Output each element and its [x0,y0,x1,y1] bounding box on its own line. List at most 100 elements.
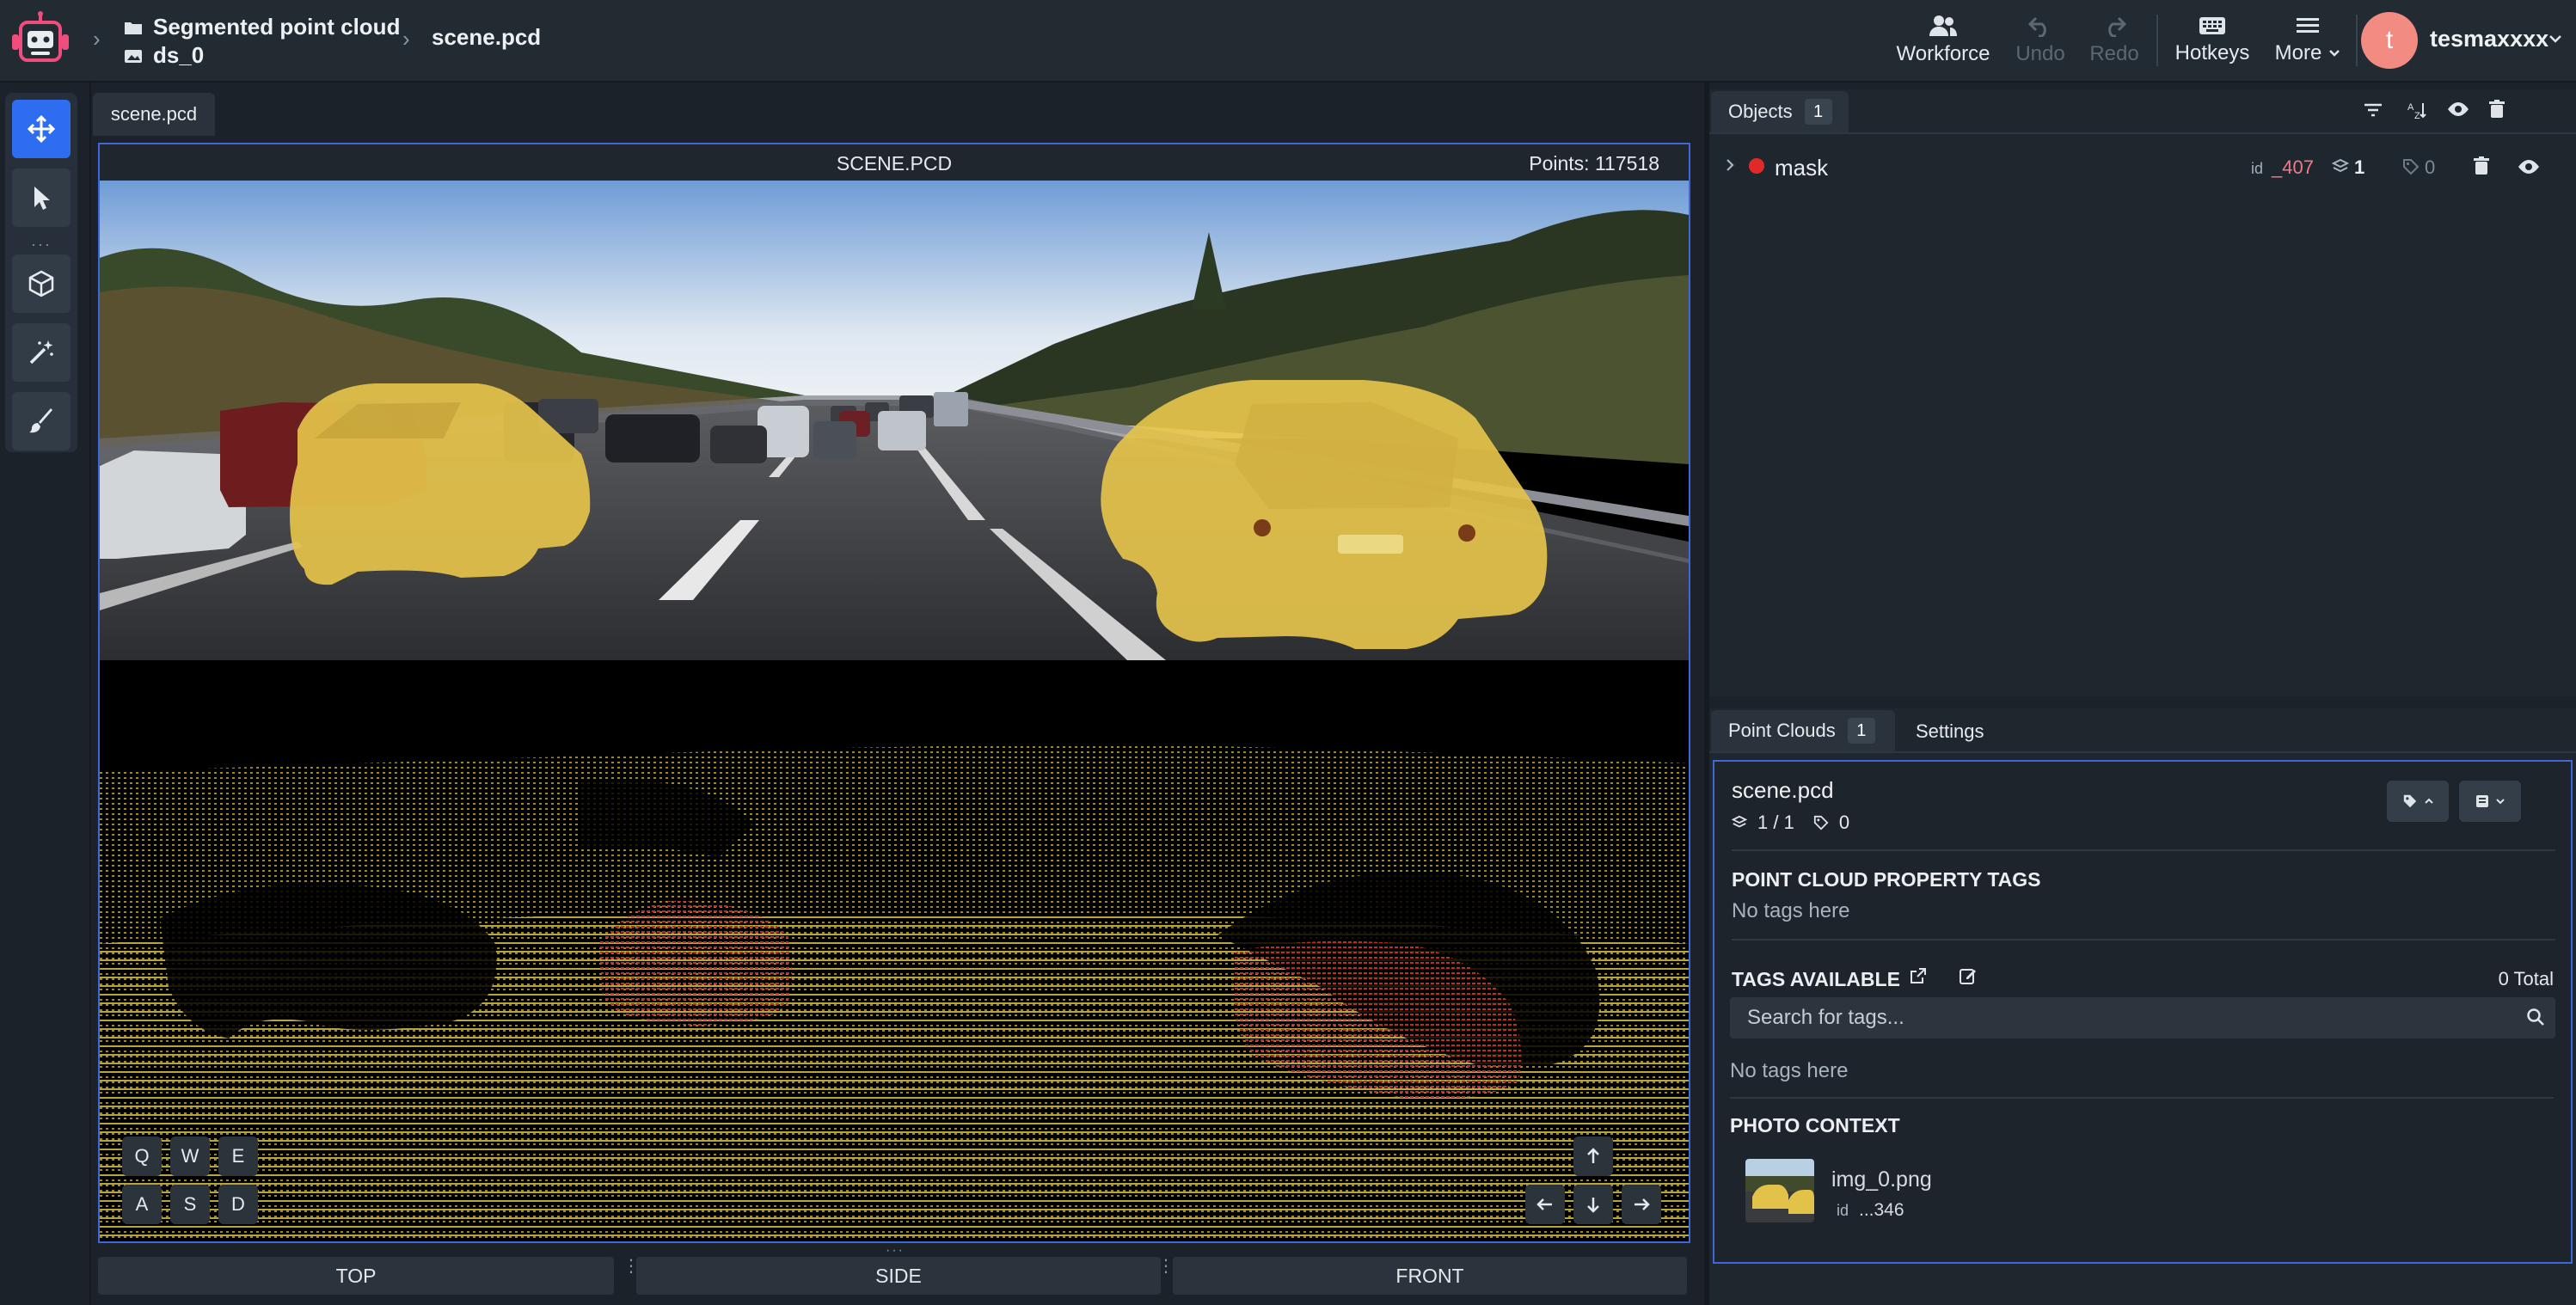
key-d-button[interactable]: D [218,1185,258,1224]
panel-divider [1709,751,2576,753]
arrow-left-icon [1536,1197,1554,1212]
pcd-tags-count: 0 [1838,812,1850,833]
chevron-right-icon[interactable] [1725,158,1735,172]
chevron-down-icon [2495,798,2505,805]
photo-context-title: PHOTO CONTEXT [1730,1114,1900,1137]
people-icon [1929,15,1958,37]
tab-scene-pcd[interactable]: scene.pcd [93,93,215,136]
tag-dropdown-button[interactable] [2387,781,2449,822]
point-cloud-canvas[interactable] [100,660,1689,1241]
points-count: Points: 117518 [1529,152,1659,175]
cursor-icon [29,184,53,211]
photo-context-item[interactable]: img_0.png id ...346 [1730,1154,2074,1231]
arrow-left-button[interactable] [1525,1185,1565,1224]
arrow-right-button[interactable] [1622,1185,1661,1224]
delete-object-icon[interactable] [2473,156,2490,175]
search-icon[interactable] [2526,1008,2545,1026]
pcd-file-name: scene.pcd [1732,777,1834,803]
magic-wand-tool-button[interactable] [12,323,71,382]
select-tool-button[interactable] [12,168,71,227]
arrow-down-button[interactable] [1573,1185,1613,1224]
chevron-down-icon [2328,49,2340,58]
breadcrumb-file[interactable]: scene.pcd [432,24,541,51]
chevron-up-icon [2424,798,2434,805]
key-e-button[interactable]: E [218,1137,258,1176]
workforce-button[interactable]: Workforce [1892,0,1995,81]
svg-text:Z: Z [2414,111,2420,120]
arrow-down-icon [1585,1196,1601,1213]
toggle-visibility-icon[interactable] [2518,159,2540,175]
arrow-right-icon [1633,1197,1650,1212]
photo-id: ...346 [1859,1200,1904,1220]
user-name[interactable]: tesmaxxxx [2430,26,2548,52]
cube-icon [28,270,54,297]
arrow-up-button[interactable] [1573,1137,1613,1176]
keyboard-icon [2199,15,2226,36]
objects-count-badge: 1 [1804,99,1832,125]
brush-tool-button[interactable] [12,392,71,450]
toolbar-divider [2356,15,2358,66]
tool-palette: ··· [5,93,77,452]
photo-id-label: id [1837,1202,1849,1219]
key-q-button[interactable]: Q [122,1137,162,1176]
section-divider [1730,1097,2554,1099]
edit-icon[interactable] [1959,966,1978,985]
tab-objects[interactable]: Objects 1 [1711,91,1849,132]
top-bar: › Segmented point cloud ds_0 › scene.pcd… [0,0,2576,83]
key-w-button[interactable]: W [170,1137,210,1176]
redo-button[interactable]: Redo [2081,0,2148,81]
section-divider [1732,849,2555,851]
eye-icon[interactable] [2447,101,2469,117]
filter-icon[interactable] [2363,101,2383,119]
move-icon [27,114,56,144]
tag-icon [2401,793,2419,809]
pcd-frame: 1 / 1 [1757,812,1794,833]
splitter-handle-icon[interactable]: ⋮ [1157,1258,1175,1275]
hotkeys-button[interactable]: Hotkeys [2168,0,2256,81]
object-id: _407 [2272,156,2314,178]
pcd-meta: 1 / 1 0 [1732,812,1849,834]
tags-total: 0 Total [2498,968,2554,989]
layers-icon [2332,158,2349,175]
point-clouds-count-badge: 1 [1847,718,1875,744]
object-id-label: id [2251,160,2264,177]
magic-wand-icon [28,339,55,366]
viewer-title: SCENE.PCD [836,152,953,175]
user-menu-chevron-icon[interactable] [2548,34,2562,45]
object-name: mask [1775,155,1829,181]
object-list-item[interactable]: mask id _407 1 0 [1718,144,2566,199]
avatar[interactable]: t [2361,12,2418,69]
section-divider [1732,939,2555,940]
list-icon [2475,793,2490,809]
key-a-button[interactable]: A [122,1185,162,1224]
tag-icon [1813,815,1829,830]
app-logo-icon[interactable] [9,10,72,70]
move-tool-button[interactable] [12,100,71,158]
tag-search-input[interactable] [1730,997,2555,1038]
point-cloud-viewer[interactable]: SCENE.PCD Points: 117518 Q W E A S D [98,143,1690,1243]
open-external-icon[interactable] [1909,966,1928,985]
breadcrumb-separator-icon: › [402,26,410,52]
layers-icon [1732,815,1747,830]
more-menu-button[interactable]: More [2266,0,2349,81]
tab-settings[interactable]: Settings [1916,720,1984,743]
undo-button[interactable]: Undo [2007,0,2074,81]
left-divider [89,81,91,1305]
view-side-button[interactable]: SIDE [636,1257,1161,1295]
sort-az-icon[interactable]: AZ [2406,100,2428,120]
svg-text:A: A [2407,102,2414,113]
photo-name: img_0.png [1831,1167,1932,1192]
breadcrumb-project[interactable]: Segmented point cloud [124,14,400,40]
view-top-button[interactable]: TOP [98,1257,614,1295]
tab-point-clouds[interactable]: Point Clouds 1 [1711,710,1895,751]
toolbar-divider [2156,15,2158,66]
key-s-button[interactable]: S [170,1185,210,1224]
view-front-button[interactable]: FRONT [1173,1257,1687,1295]
list-dropdown-button[interactable] [2459,781,2521,822]
breadcrumb-dataset[interactable]: ds_0 [124,42,400,69]
breadcrumb: Segmented point cloud ds_0 [124,14,400,69]
trash-icon[interactable] [2488,100,2505,119]
viewer-header: SCENE.PCD Points: 117518 [100,144,1689,181]
undo-icon [2027,15,2053,37]
cuboid-tool-button[interactable] [12,254,71,313]
